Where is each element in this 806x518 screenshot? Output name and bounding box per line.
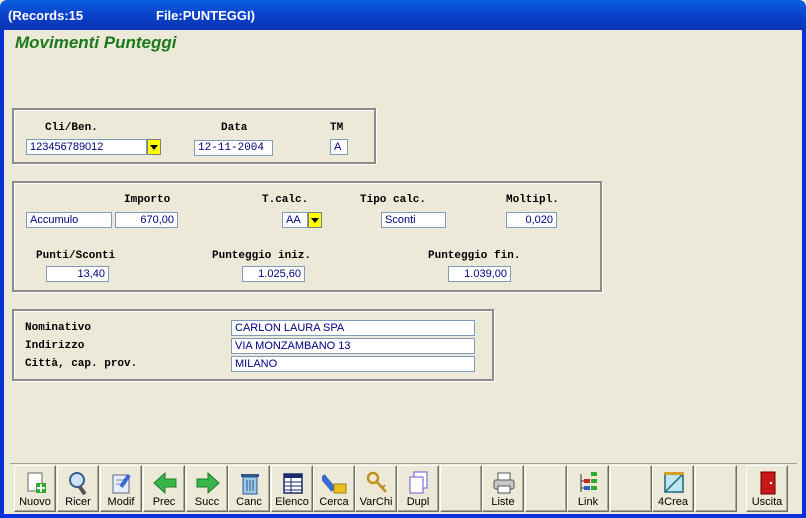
varchi-label: VarChi <box>359 496 393 508</box>
importo-field[interactable]: 670,00 <box>115 212 178 228</box>
date-field[interactable]: 12-11-2004 <box>194 140 273 156</box>
cli-field[interactable]: 123456789012 <box>26 139 147 155</box>
file-name: File:PUNTEGGI) <box>156 8 255 23</box>
pini-field[interactable]: 1.025,60 <box>242 266 305 282</box>
canc-label: Canc <box>236 496 262 508</box>
empty-button-4[interactable] <box>695 465 737 512</box>
moltipl-field[interactable]: 0,020 <box>506 212 557 228</box>
empty-button-1[interactable] <box>440 465 482 512</box>
empty-button-3[interactable] <box>610 465 652 512</box>
cerca-label: Cerca <box>319 496 349 508</box>
uscita-label: Uscita <box>751 496 783 508</box>
link-label: Link <box>577 496 599 508</box>
pfin-label: Punteggio fin. <box>428 250 521 262</box>
nuovo-button[interactable]: Nuovo <box>14 465 56 512</box>
arrow-left-icon <box>153 471 177 495</box>
ricer-label: Ricer <box>65 496 91 508</box>
cerca-button[interactable]: Cerca <box>313 465 355 512</box>
punti-field[interactable]: 13,40 <box>46 266 109 282</box>
create-icon <box>664 472 684 493</box>
link-icon <box>580 472 597 492</box>
succ-button[interactable]: Succ <box>186 465 228 512</box>
chevron-down-icon <box>311 217 319 223</box>
empty-button-2[interactable] <box>525 465 567 512</box>
elenco-label: Elenco <box>275 496 309 508</box>
nominativo-field[interactable]: CARLON LAURA SPA <box>231 320 475 336</box>
edit-icon <box>112 474 131 494</box>
cli-dropdown-button[interactable] <box>147 139 161 155</box>
movement-type-field[interactable]: Accumulo <box>26 212 112 228</box>
cli-label: Cli/Ben. <box>45 122 98 134</box>
keys-icon <box>366 471 387 493</box>
tcalc-dropdown-button[interactable] <box>308 212 322 228</box>
4crea-button[interactable]: 4Crea <box>652 465 694 512</box>
list-icon <box>283 473 303 494</box>
tipocalc-label: Tipo calc. <box>360 194 427 206</box>
data-label: Data <box>221 122 248 134</box>
prec-label: Prec <box>152 496 176 508</box>
tcalc-label: T.calc. <box>262 194 309 206</box>
indirizzo-label: Indirizzo <box>25 340 85 352</box>
elenco-button[interactable]: Elenco <box>271 465 313 512</box>
modif-label: Modif <box>107 496 135 508</box>
new-icon <box>27 472 46 493</box>
indirizzo-field[interactable]: VIA MONZAMBANO 13 <box>231 338 475 354</box>
printer-icon <box>493 472 515 494</box>
chevron-down-icon <box>150 144 158 150</box>
liste-button[interactable]: Liste <box>482 465 524 512</box>
tm-label: TM <box>330 122 344 134</box>
link-button[interactable]: Link <box>567 465 609 512</box>
modif-button[interactable]: Modif <box>100 465 142 512</box>
duplicate-icon <box>409 471 428 494</box>
varchi-button[interactable]: VarChi <box>355 465 397 512</box>
citta-field[interactable]: MILANO <box>231 356 475 372</box>
4crea-label: 4Crea <box>658 496 688 508</box>
search-icon <box>69 472 87 496</box>
pfin-field[interactable]: 1.039,00 <box>448 266 511 282</box>
liste-label: Liste <box>491 496 515 508</box>
tipocalc-field[interactable]: Sconti <box>381 212 446 228</box>
arrow-right-icon <box>196 471 220 495</box>
uscita-button[interactable]: Uscita <box>746 465 788 512</box>
nominativo-label: Nominativo <box>25 322 92 334</box>
nuovo-label: Nuovo <box>19 496 51 508</box>
dupl-button[interactable]: Dupl <box>397 465 439 512</box>
importo-label: Importo <box>124 194 171 206</box>
canc-button[interactable]: Canc <box>228 465 270 512</box>
tcalc-field[interactable]: AA <box>282 212 308 228</box>
dupl-label: Dupl <box>406 496 430 508</box>
title-bar: (Records:15 File:PUNTEGGI) <box>0 0 806 30</box>
trash-icon <box>241 474 259 495</box>
pini-label: Punteggio iniz. <box>212 250 312 262</box>
find-icon <box>322 474 347 494</box>
exit-door-icon <box>760 471 776 495</box>
prec-button[interactable]: Prec <box>143 465 185 512</box>
page-title: Movimenti Punteggi <box>15 33 177 52</box>
punti-label: Punti/Sconti <box>36 250 116 262</box>
moltipl-label: Moltipl. <box>506 194 559 206</box>
records-count: (Records:15 <box>8 8 84 23</box>
citta-label: Città, cap. prov. <box>25 358 138 370</box>
succ-label: Succ <box>194 496 220 508</box>
ricer-button[interactable]: Ricer <box>57 465 99 512</box>
tm-field[interactable]: A <box>330 139 348 155</box>
